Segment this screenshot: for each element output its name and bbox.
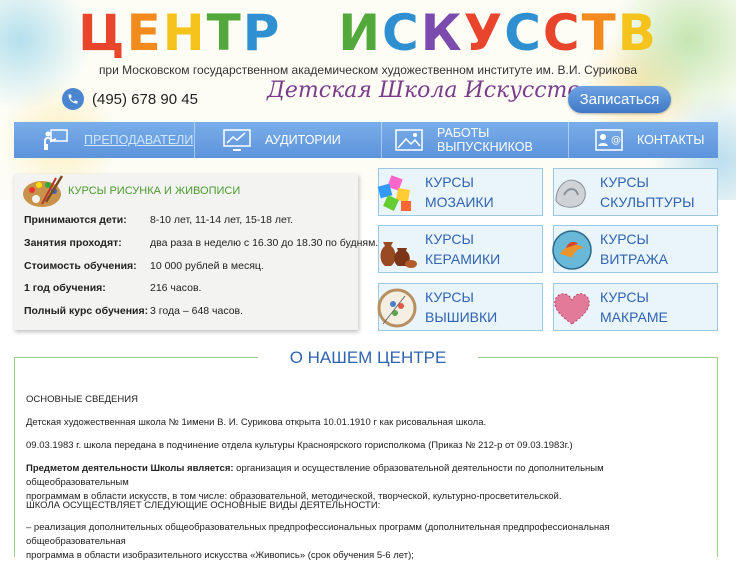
nav-label: КОНТАКТЫ	[637, 133, 705, 147]
palette-icon	[22, 174, 64, 210]
logo-word-center: ЦЕНТР	[78, 4, 282, 62]
nav-item-contacts[interactable]: @ КОНТАКТЫ	[569, 122, 718, 158]
course-label: КУРСЫ КЕРАМИКИ	[425, 231, 501, 267]
course-label: КУРСЫ МОЗАИКИ	[425, 174, 494, 210]
info-value: 10 000 рублей в месяц.	[150, 260, 264, 272]
info-value: два раза в неделю с 16.30 до 18.30 по бу…	[150, 237, 379, 249]
course-label: КУРСЫ ВИТРАЖА	[600, 231, 668, 267]
phone-icon	[62, 88, 84, 110]
course-label: КУРСЫ ВЫШИВКИ	[425, 289, 498, 325]
embroidery-hoop-icon	[375, 286, 419, 330]
logo-word-arts: ИСКУССТВ	[338, 4, 658, 62]
phone-number[interactable]: (495) 678 90 45	[92, 91, 198, 108]
picture-icon	[395, 127, 423, 153]
info-key: Занятия проходят:	[24, 237, 122, 249]
mosaic-cubes-icon	[375, 171, 419, 215]
course-ceramics-button[interactable]: КУРСЫ КЕРАМИКИ	[378, 225, 543, 273]
site-logo[interactable]: ЦЕНТР ИСКУССТВ	[0, 4, 736, 62]
about-paragraph: Детская художественная школа № 1имени В.…	[26, 417, 487, 428]
about-paragraph: ШКОЛА ОСУЩЕСТВЛЯЕТ СЛЕДУЮЩИЕ ОСНОВНЫЕ ВИ…	[26, 500, 381, 511]
course-label: КУРСЫ СКУЛЬПТУРЫ	[600, 174, 695, 210]
nav-label: РАБОТЫ ВЫПУСКНИКОВ	[437, 126, 533, 154]
course-sculpture-button[interactable]: КУРСЫ СКУЛЬПТУРЫ	[553, 168, 718, 216]
nav-item-teachers[interactable]: ПРЕПОДАВАТЕЛИ	[14, 122, 195, 158]
about-paragraph: – реализация дополнительных общеобразова…	[26, 522, 610, 561]
site-subtitle: при Московском государственном академиче…	[98, 63, 638, 77]
course-title: КУРСЫ РИСУНКА И ЖИВОПИСИ	[68, 185, 241, 197]
course-embroidery-button[interactable]: КУРСЫ ВЫШИВКИ	[375, 283, 543, 331]
about-title: О НАШЕМ ЦЕНТРЕ	[289, 348, 447, 367]
info-key: 1 год обучения:	[24, 282, 106, 294]
info-key: Стоимость обучения:	[24, 260, 137, 272]
about-heading: ОСНОВНЫЕ СВЕДЕНИЯ	[26, 394, 138, 405]
info-value: 216 часов.	[150, 282, 202, 294]
about-paragraph: Предметом деятельности Школы является: о…	[26, 463, 604, 502]
course-mosaic-button[interactable]: КУРСЫ МОЗАИКИ	[375, 168, 543, 216]
course-macrame-button[interactable]: КУРСЫ МАКРАМЕ	[553, 283, 718, 331]
macrame-heart-icon	[550, 286, 594, 330]
school-name: Детская Школа Искусств	[267, 78, 581, 103]
nav-item-auditoriums[interactable]: АУДИТОРИИ	[195, 122, 382, 158]
sculpture-icon	[550, 171, 594, 215]
nav-item-graduate-works[interactable]: РАБОТЫ ВЫПУСКНИКОВ	[382, 122, 569, 158]
teacher-icon	[42, 127, 70, 153]
nav-label: ПРЕПОДАВАТЕЛИ	[84, 133, 194, 147]
phone-block[interactable]: (495) 678 90 45	[62, 87, 198, 111]
monitor-chart-icon	[223, 127, 251, 153]
info-key: Полный курс обучения:	[24, 305, 149, 317]
about-section: ОСНОВНЫЕ СВЕДЕНИЯ Детская художественная…	[14, 357, 718, 561]
about-paragraph: 09.03.1983 г. школа передана в подчинени…	[26, 440, 573, 451]
main-nav: ПРЕПОДАВАТЕЛИ АУДИТОРИИ РАБОТЫ ВЫПУСКНИК…	[14, 122, 718, 158]
stained-glass-bird-icon	[550, 228, 594, 272]
drawing-course-card: КУРСЫ РИСУНКА И ЖИВОПИСИ Принимаются дет…	[14, 174, 378, 330]
svg-text:@: @	[611, 135, 621, 146]
course-stained-glass-button[interactable]: КУРСЫ ВИТРАЖА	[550, 225, 718, 273]
nav-label: АУДИТОРИИ	[265, 133, 341, 147]
info-value: 3 года – 648 часов.	[150, 305, 244, 317]
signup-button[interactable]: Записаться	[568, 86, 671, 113]
info-key: Принимаются дети:	[24, 214, 127, 226]
contact-card-icon: @	[595, 127, 623, 153]
ceramics-vases-icon	[375, 228, 419, 272]
course-label: КУРСЫ МАКРАМЕ	[600, 289, 668, 325]
info-value: 8-10 лет, 11-14 лет, 15-18 лет.	[150, 214, 294, 226]
